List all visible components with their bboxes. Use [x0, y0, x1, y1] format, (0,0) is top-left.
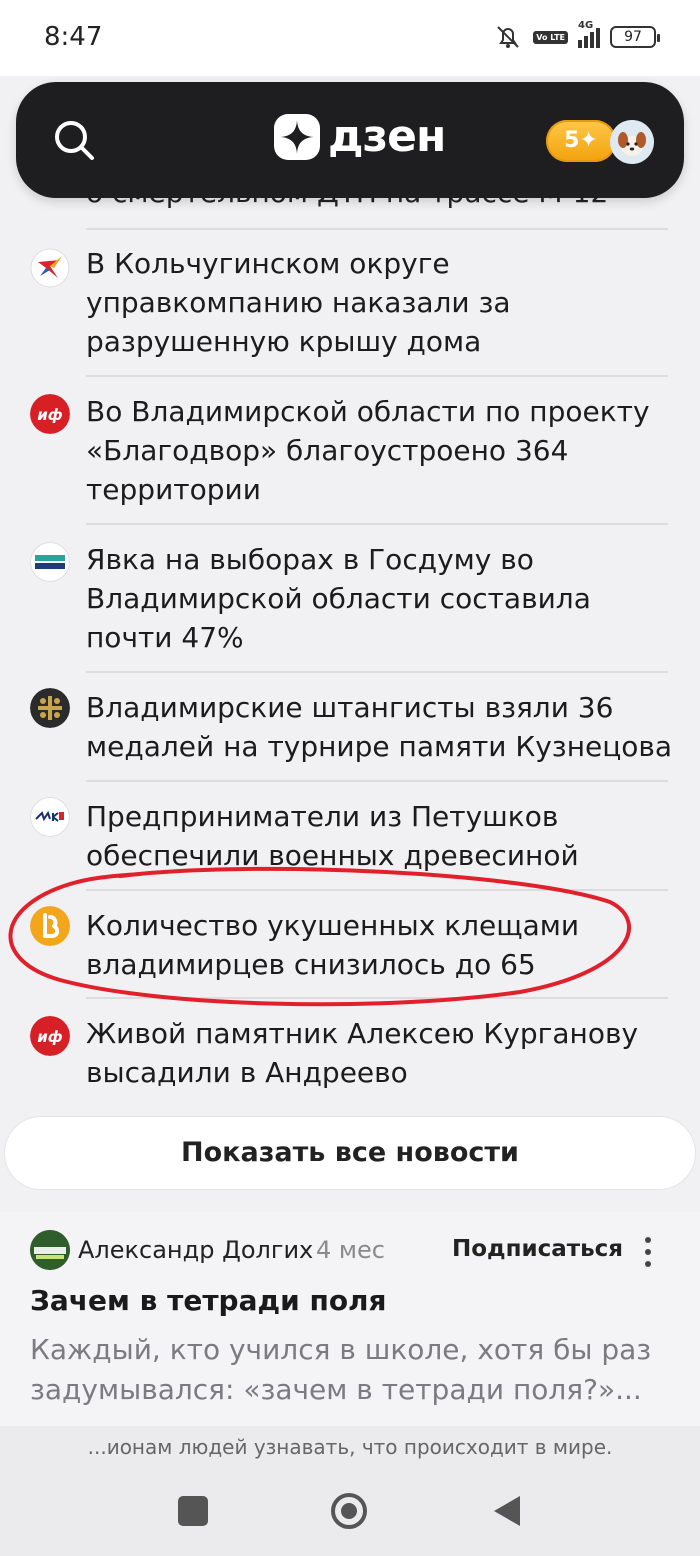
status-bar: 8:47 Vo LTE 4G 97 [0, 0, 700, 76]
show-all-news-button[interactable]: Показать все новости [4, 1116, 696, 1190]
interfax-logo-icon [30, 542, 70, 582]
coins-badge[interactable]: 5✦ [546, 120, 616, 162]
news-item-text: Во Владимирской области по проекту «Благ… [86, 395, 650, 506]
swallow-logo-icon [30, 248, 70, 288]
avatar[interactable] [610, 120, 654, 164]
recents-icon[interactable] [178, 1496, 208, 1526]
article-description: Каждый, кто учился в школе, хотя бы раз … [30, 1333, 652, 1406]
author-name[interactable]: Александр Долгих [78, 1236, 313, 1264]
aif-logo-icon: иф [30, 394, 70, 434]
news-item-text: В Кольчугинском округе управкомпанию нак… [86, 247, 511, 358]
aif-logo-icon: иф [30, 1016, 70, 1056]
article-card[interactable]: Александр Долгих 4 мес Подписаться Зачем… [0, 1212, 700, 1426]
logo-text: дзен [328, 111, 446, 162]
divider [86, 523, 668, 525]
bell-muted-icon [497, 26, 519, 48]
news-item-text: Количество укушенных клещами владимирцев… [86, 909, 580, 981]
divider [86, 997, 668, 999]
dzen-logo[interactable]: дзен [274, 111, 446, 162]
news-item-text: Живой памятник Алексею Курганову высадил… [86, 1017, 639, 1089]
svg-text:иф: иф [37, 1028, 63, 1046]
article-title[interactable]: Зачем в тетради поля [30, 1284, 387, 1317]
divider [86, 375, 668, 377]
news-item-text: Предприниматели из Петушков обеспечили в… [86, 800, 579, 872]
status-time: 8:47 [44, 22, 103, 52]
home-icon[interactable] [330, 1492, 368, 1530]
emblem-logo-icon [30, 688, 70, 728]
more-vertical-icon[interactable] [640, 1232, 656, 1272]
volte-icon: Vo LTE [533, 30, 568, 44]
news-item-text: Явка на выборах в Госдуму во Владимирско… [86, 543, 591, 654]
divider [86, 889, 668, 891]
divider [86, 671, 668, 673]
svg-text:иф: иф [37, 406, 63, 424]
subscribe-button[interactable]: Подписаться [452, 1236, 623, 1262]
divider [86, 780, 668, 782]
post-age: 4 мес [316, 1236, 385, 1264]
app-header: дзен 5✦ [16, 82, 684, 198]
ticker-text: ...ионам людей узнавать, что происходит … [0, 1426, 700, 1470]
divider [86, 228, 668, 230]
dzen-star-icon [274, 114, 320, 160]
battery-icon: 97 [610, 26, 660, 48]
search-icon[interactable] [52, 118, 96, 162]
news-item-text: Владимирские штангисты взяли 36 медалей … [86, 691, 673, 763]
status-icons: Vo LTE 4G 97 [493, 20, 660, 52]
mk-logo-icon [30, 797, 70, 837]
orange-logo-icon [30, 906, 70, 946]
signal-icon: 4G [578, 20, 600, 48]
author-avatar[interactable] [30, 1230, 70, 1270]
back-icon[interactable] [492, 1494, 522, 1528]
system-navbar [0, 1470, 700, 1556]
network-label: 4G [578, 20, 594, 31]
